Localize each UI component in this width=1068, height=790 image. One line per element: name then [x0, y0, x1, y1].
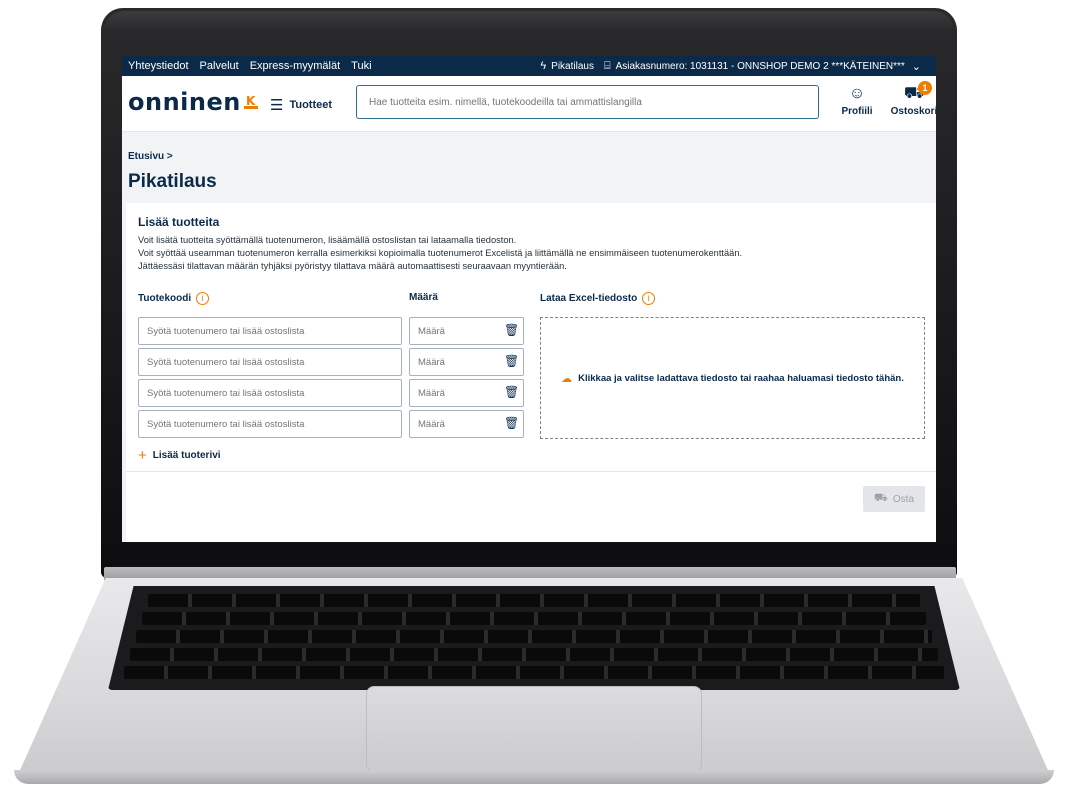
- quick-order-label: Pikatilaus: [551, 60, 594, 72]
- product-code-label: Tuotekoodi: [138, 293, 192, 304]
- buy-label: Osta: [892, 493, 914, 505]
- laptop-trackpad: [366, 686, 702, 772]
- browser-screen: Yhteystiedot Palvelut Express-myymälät T…: [122, 56, 936, 542]
- customer-number: Asiakasnumero: 1031131 - ONNSHOP DEMO 2 …: [615, 60, 905, 72]
- topbar-link-services[interactable]: Palvelut: [200, 60, 239, 72]
- bolt-icon: ϟ: [540, 60, 547, 72]
- description-line: Jättäessäsi tilattavan määrän tyhjäksi p…: [138, 261, 567, 271]
- profile-button[interactable]: ☺ Profiili: [835, 84, 879, 117]
- product-row: 🗑: [138, 410, 524, 438]
- customer-number-selector[interactable]: ⌸ Asiakasnumero: 1031131 - ONNSHOP DEMO …: [604, 60, 926, 73]
- profile-label: Profiili: [841, 106, 873, 117]
- excel-upload-label: Lataa Excel-tiedosto: [540, 293, 638, 304]
- laptop-lid-shine: [104, 11, 954, 31]
- add-product-row-button[interactable]: + Lisää tuoterivi: [138, 447, 221, 464]
- buy-button[interactable]: ⛟ Osta: [863, 486, 925, 512]
- topbar-right: ϟ Pikatilaus ⌸ Asiakasnumero: 1031131 - …: [540, 56, 936, 76]
- top-bar: Yhteystiedot Palvelut Express-myymälät T…: [122, 56, 936, 76]
- trash-icon[interactable]: 🗑: [504, 323, 519, 337]
- add-products-description: Voit lisätä tuotteita syöttämällä tuoten…: [138, 234, 742, 273]
- products-menu-button[interactable]: ☰ Tuotteet: [270, 96, 332, 114]
- breadcrumb[interactable]: Etusivu >: [128, 151, 173, 162]
- topbar-link-support[interactable]: Tuki: [351, 60, 371, 72]
- product-number-input[interactable]: [138, 379, 402, 407]
- site-header: onninen K ☰ Tuotteet ☺ Profiili ⛟ 1 Osto…: [122, 76, 936, 132]
- product-row: 🗑: [138, 348, 524, 376]
- cart-icon: ⛟: [874, 492, 888, 504]
- product-number-input[interactable]: [138, 410, 402, 438]
- dropzone-text: Klikkaa ja valitse ladattava tiedosto ta…: [578, 372, 904, 384]
- excel-upload-header: Lataa Excel-tiedosto i: [540, 292, 656, 305]
- divider: [126, 471, 936, 472]
- topbar-link-express-stores[interactable]: Express-myymälät: [250, 60, 340, 72]
- page-title: Pikatilaus: [128, 171, 217, 192]
- cloud-upload-icon: ☁: [561, 372, 573, 385]
- chevron-down-icon: ⌄: [911, 60, 921, 73]
- product-row: 🗑: [138, 317, 524, 345]
- quick-order-link[interactable]: ϟ Pikatilaus: [540, 60, 594, 72]
- quantity-label: Määrä: [409, 292, 438, 303]
- add-products-card: Lisää tuotteita Voit lisätä tuotteita sy…: [126, 203, 936, 542]
- product-row: 🗑: [138, 379, 524, 407]
- excel-dropzone[interactable]: ☁ Klikkaa ja valitse ladattava tiedosto …: [540, 317, 925, 439]
- cart-button[interactable]: ⛟ 1 Ostoskori: [890, 81, 936, 117]
- onninen-logo[interactable]: onninen K: [128, 87, 258, 117]
- menu-icon: ☰: [270, 97, 284, 114]
- laptop-base-edge: [14, 770, 1054, 784]
- topbar-link-contacts[interactable]: Yhteystiedot: [128, 60, 189, 72]
- quantity-header: Määrä: [409, 292, 438, 303]
- trash-icon[interactable]: 🗑: [504, 416, 519, 430]
- add-products-title: Lisää tuotteita: [138, 215, 220, 229]
- product-number-input[interactable]: [138, 348, 402, 376]
- cart-label: Ostoskori: [890, 106, 936, 117]
- trash-icon[interactable]: 🗑: [504, 354, 519, 368]
- plus-icon: +: [138, 447, 147, 464]
- product-code-header: Tuotekoodi i: [138, 292, 210, 305]
- add-product-row-label: Lisää tuoterivi: [152, 450, 221, 461]
- products-menu-label: Tuotteet: [289, 99, 333, 111]
- profile-icon: ☺: [848, 85, 866, 102]
- description-line: Voit syöttää useamman tuotenumeron kerra…: [138, 248, 743, 258]
- search-input[interactable]: [356, 85, 819, 119]
- description-line: Voit lisätä tuotteita syöttämällä tuoten…: [138, 235, 517, 245]
- cart-count-badge: 1: [918, 81, 932, 95]
- product-number-input[interactable]: [138, 317, 402, 345]
- info-icon[interactable]: i: [642, 292, 656, 305]
- laptop-keyboard: [108, 586, 960, 690]
- briefcase-icon: ⌸: [603, 59, 611, 72]
- logo-text: onninen: [128, 88, 241, 116]
- info-icon[interactable]: i: [196, 292, 210, 305]
- trash-icon[interactable]: 🗑: [504, 385, 519, 399]
- logo-mark-icon: K: [243, 95, 258, 109]
